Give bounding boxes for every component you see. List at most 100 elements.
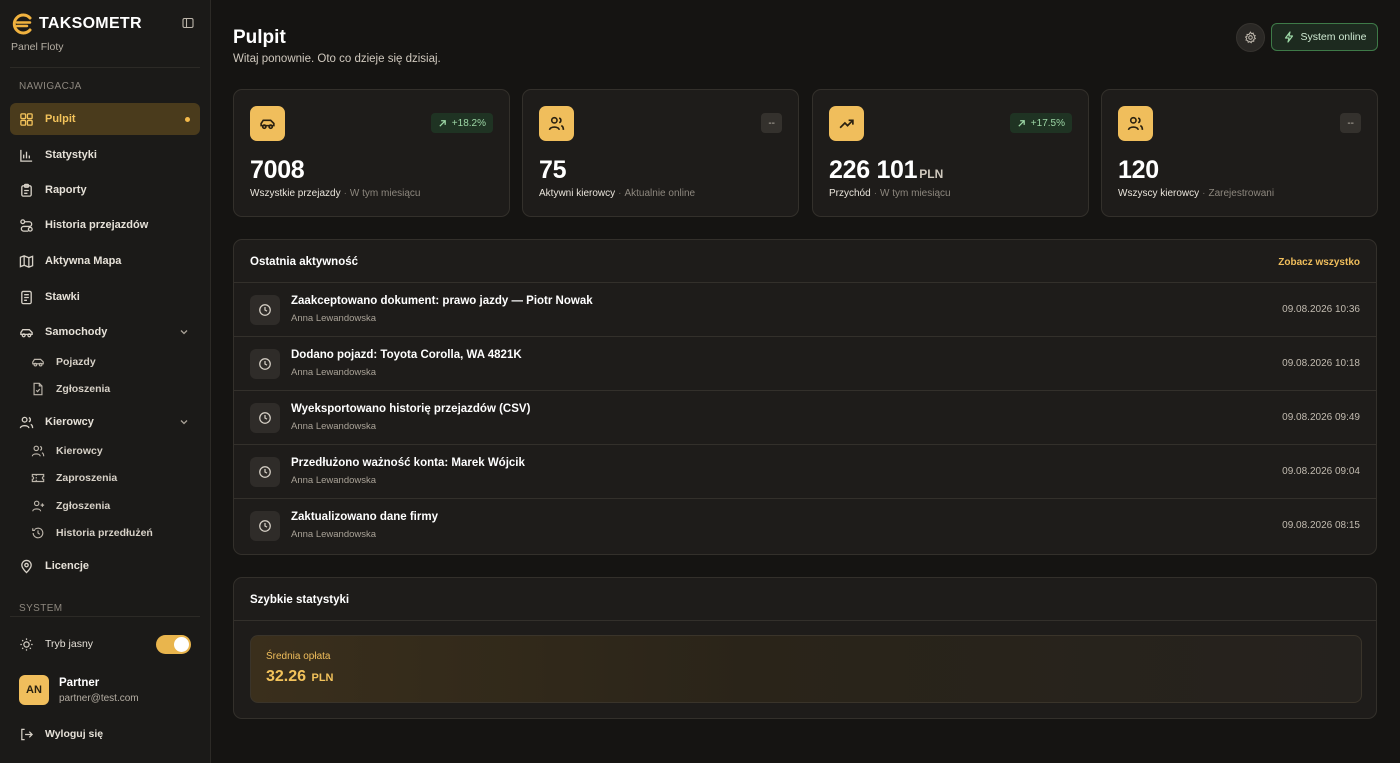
stat-meta: Wszyscy kierowcy · Zarejestrowani xyxy=(1118,188,1274,199)
stat-number: 75 xyxy=(539,156,567,184)
stat-extra: Aktualnie online xyxy=(624,188,696,199)
activity-date: 09.08.2026 10:18 xyxy=(1282,358,1360,369)
card-icon-box xyxy=(1118,106,1153,141)
meta-separator: · xyxy=(1202,188,1206,199)
activity-row[interactable]: Zaktualizowano dane firmy Anna Lewandows… xyxy=(234,499,1376,553)
trend-value: +18.2% xyxy=(451,117,486,129)
sidebar-subitem-label: Pojazdy xyxy=(56,356,96,368)
activity-row[interactable]: Zaakceptowano dokument: prawo jazdy — Pi… xyxy=(234,283,1376,337)
sidebar: TAKSOMETR Panel Floty NAWIGACJA Pulpit S… xyxy=(0,0,211,763)
users-icon xyxy=(31,445,45,457)
sidebar-item-raporty[interactable]: Raporty xyxy=(10,174,200,206)
activity-row[interactable]: Dodano pojazd: Toyota Corolla, WA 4821K … xyxy=(234,337,1376,391)
user-profile[interactable]: AN Partner partner@test.com xyxy=(19,675,199,707)
sidebar-item-statystyki[interactable]: Statystyki xyxy=(10,139,200,171)
clock-icon xyxy=(259,412,271,424)
panel-subtitle: Panel Floty xyxy=(11,41,64,53)
page-title: Pulpit xyxy=(233,27,286,48)
clock-icon xyxy=(259,466,271,478)
stat-value: 75 xyxy=(539,156,567,185)
activity-date: 09.08.2026 09:04 xyxy=(1282,466,1360,477)
sidebar-item-label: Statystyki xyxy=(45,149,97,161)
stat-value: 120 xyxy=(1118,156,1159,185)
sidebar-item-label: Historia przejazdów xyxy=(45,219,149,231)
theme-toggle-switch[interactable] xyxy=(156,635,191,654)
logout-label: Wyloguj się xyxy=(45,728,104,740)
stat-card-revenue: +17.5% 226 101 PLN Przychód · W tym miesiąc… xyxy=(812,89,1089,217)
sidebar-item-licencje[interactable]: Licencje xyxy=(10,550,200,582)
car-icon xyxy=(260,119,275,130)
sidebar-item-pulpit[interactable]: Pulpit xyxy=(10,103,200,135)
settings-button[interactable] xyxy=(1236,23,1265,52)
system-status-label: System online xyxy=(1300,31,1367,43)
sidebar-subitem-label: Zgłoszenia xyxy=(56,500,111,512)
activity-date: 09.08.2026 10:36 xyxy=(1282,304,1360,315)
sun-icon xyxy=(20,638,33,651)
stat-label: Wszyscy kierowcy xyxy=(1118,188,1200,199)
quick-stats-panel: Szybkie statystyki Średnia opłata 32.26 … xyxy=(233,577,1377,719)
logout-button[interactable]: Wyloguj się xyxy=(10,722,200,746)
activity-row[interactable]: Przedłużono ważność konta: Marek Wójcik … xyxy=(234,445,1376,499)
stat-extra: W tym miesiącu xyxy=(349,188,421,199)
stat-extra: Zarejestrowani xyxy=(1208,188,1275,199)
brand[interactable]: TAKSOMETR xyxy=(10,12,142,36)
sidebar-item-label: Samochody xyxy=(45,326,108,338)
user-name: Partner xyxy=(59,677,100,689)
chevron-down-icon[interactable] xyxy=(179,417,189,427)
panel-title: Szybkie statystyki xyxy=(250,594,350,606)
activity-user: Anna Lewandowska xyxy=(291,475,377,486)
section-label-system: SYSTEM xyxy=(19,603,63,614)
logout-icon xyxy=(21,728,33,741)
active-indicator-dot xyxy=(185,116,190,122)
sidebar-item-kierowcy[interactable]: Kierowcy xyxy=(10,406,200,438)
trend-value: -- xyxy=(768,117,775,129)
user-email: partner@test.com xyxy=(59,693,139,704)
see-all-link[interactable]: Zobacz wszystko xyxy=(1278,257,1360,268)
arrow-up-right-icon xyxy=(1018,119,1025,127)
sidebar-subitem-historia-przedluzen[interactable]: Historia przedłużeń xyxy=(22,521,200,545)
system-status-button[interactable]: System online xyxy=(1271,23,1378,51)
sidebar-item-label: Aktywna Mapa xyxy=(45,255,122,267)
activity-user: Anna Lewandowska xyxy=(291,421,377,432)
user-plus-icon xyxy=(32,500,45,512)
trend-value: -- xyxy=(1347,117,1354,129)
sidebar-subitem-kierowcy[interactable]: Kierowcy xyxy=(22,439,200,463)
chevron-down-icon[interactable] xyxy=(179,327,189,337)
stat-card-active-drivers: -- 75 Aktywni kierowcy · Aktualnie online xyxy=(522,89,799,217)
sidebar-subitem-zgloszenia-drivers[interactable]: Zgłoszenia xyxy=(22,494,200,518)
activity-user: Anna Lewandowska xyxy=(291,313,377,324)
sidebar-subitem-zgloszenia-cars[interactable]: Zgłoszenia xyxy=(22,377,200,401)
activity-title: Dodano pojazd: Toyota Corolla, WA 4821K xyxy=(291,349,522,361)
trend-value: +17.5% xyxy=(1030,117,1065,129)
card-icon-box xyxy=(539,106,574,141)
clock-icon-box xyxy=(250,295,280,325)
stat-number: 226 101 xyxy=(829,156,918,184)
sidebar-item-samochody[interactable]: Samochody xyxy=(10,316,200,348)
map-icon xyxy=(19,254,34,268)
card-icon-box xyxy=(250,106,285,141)
activity-title: Przedłużono ważność konta: Marek Wójcik xyxy=(291,457,525,469)
sidebar-item-aktywna-mapa[interactable]: Aktywna Mapa xyxy=(10,245,200,277)
clock-icon-box xyxy=(250,457,280,487)
clipboard-icon xyxy=(21,183,32,197)
average-fare-box: Średnia opłata 32.26 PLN xyxy=(250,635,1362,703)
panel-header: Szybkie statystyki xyxy=(234,578,1376,621)
sidebar-collapse-icon[interactable] xyxy=(182,17,194,29)
divider xyxy=(10,616,200,617)
map-pin-icon xyxy=(21,559,32,574)
activity-user: Anna Lewandowska xyxy=(291,367,377,378)
sidebar-subitem-zaproszenia[interactable]: Zaproszenia xyxy=(22,466,200,490)
panel-header: Ostatnia aktywność Zobacz wszystko xyxy=(234,240,1376,283)
route-icon xyxy=(20,218,33,232)
sidebar-subitem-pojazdy[interactable]: Pojazdy xyxy=(22,350,200,374)
sidebar-item-historia-przejazdow[interactable]: Historia przejazdów xyxy=(10,209,200,241)
average-fare-value: 32.26 PLN xyxy=(266,668,334,686)
average-fare-label: Średnia opłata xyxy=(266,651,331,662)
file-icon xyxy=(33,382,43,396)
car-icon xyxy=(32,358,44,367)
sidebar-item-stawki[interactable]: Stawki xyxy=(10,281,200,313)
avatar: AN xyxy=(19,675,49,705)
stat-label: Aktywni kierowcy xyxy=(539,188,616,199)
activity-row[interactable]: Wyeksportowano historię przejazdów (CSV)… xyxy=(234,391,1376,445)
stat-value: 226 101 PLN xyxy=(829,156,943,185)
